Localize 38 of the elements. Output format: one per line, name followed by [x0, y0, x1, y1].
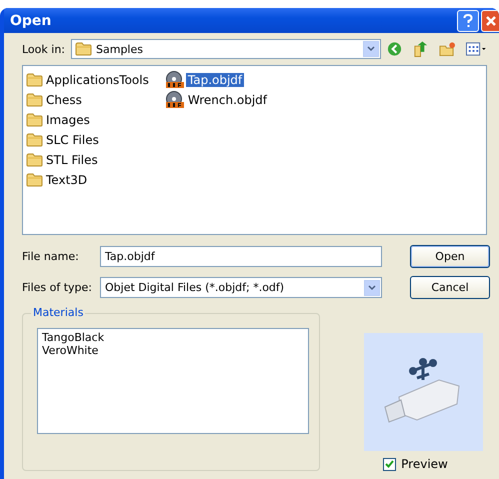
disc-icon — [164, 71, 185, 89]
folder-icon — [26, 173, 43, 187]
disc-icon — [164, 91, 185, 109]
file-item[interactable]: Tap.objdf — [186, 73, 244, 87]
open-button[interactable]: Open — [410, 245, 490, 268]
look-in-dropdown[interactable]: Samples — [71, 39, 382, 59]
help-icon[interactable] — [457, 10, 479, 32]
file-item[interactable]: ApplicationsTools — [44, 73, 151, 87]
folder-icon — [26, 93, 43, 107]
window-title: Open — [10, 12, 52, 28]
file-type-dropdown[interactable]: Objet Digital Files (*.objdf; *.odf) — [100, 277, 382, 298]
view-menu-icon[interactable] — [466, 42, 488, 56]
material-item[interactable]: VeroWhite — [42, 344, 304, 357]
look-in-label: Look in: — [22, 42, 65, 56]
file-item[interactable]: STL Files — [44, 153, 100, 167]
close-icon[interactable] — [481, 10, 499, 32]
file-item[interactable]: Text3D — [44, 173, 90, 187]
folder-icon — [26, 73, 43, 87]
material-item[interactable]: TangoBlack — [42, 331, 304, 344]
file-item[interactable]: Images — [44, 113, 92, 127]
folder-icon — [75, 42, 92, 56]
look-in-value: Samples — [96, 42, 144, 56]
file-name-label: File name: — [22, 250, 80, 263]
back-icon[interactable] — [387, 41, 402, 57]
file-item[interactable]: SLC Files — [44, 133, 101, 147]
cancel-button[interactable]: Cancel — [410, 276, 490, 299]
file-name-field[interactable]: Tap.objdf — [100, 246, 382, 267]
preview-checkbox[interactable] — [383, 458, 396, 470]
folder-icon — [26, 153, 43, 167]
file-type-label: Files of type: — [22, 281, 92, 294]
folder-up-icon[interactable] — [412, 40, 430, 58]
folder-icon — [26, 113, 43, 127]
folder-icon — [26, 133, 43, 147]
new-folder-icon[interactable] — [439, 41, 456, 57]
file-item[interactable]: Chess — [44, 93, 84, 107]
materials-title: Materials — [31, 306, 86, 319]
preview-label: Preview — [401, 457, 448, 471]
file-item[interactable]: Wrench.objdf — [186, 93, 270, 107]
